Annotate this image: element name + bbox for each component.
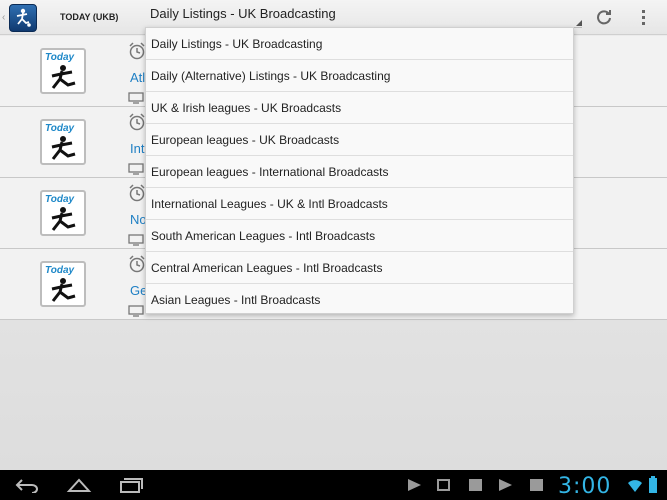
- system-bar: 3:00: [0, 470, 667, 500]
- dropdown-item[interactable]: Daily Listings - UK Broadcasting: [146, 28, 573, 60]
- dropdown-item[interactable]: Asian Leagues - Intl Broadcasts: [146, 284, 573, 316]
- tv-icon: [128, 163, 144, 175]
- spinner-arrow-icon: [576, 20, 582, 26]
- wifi-icon[interactable]: [627, 477, 643, 493]
- app-title: TODAY (UKB): [60, 12, 119, 22]
- listing-spinner[interactable]: Daily Listings - UK Broadcasting: [150, 6, 582, 28]
- clock[interactable]: 3:00: [558, 474, 611, 499]
- dropdown-item[interactable]: South American Leagues - Intl Broadcasts: [146, 220, 573, 252]
- footballer-icon: [16, 8, 31, 27]
- today-thumbnail: Today: [40, 261, 86, 307]
- today-badge: Today: [45, 123, 75, 134]
- footballer-icon: [51, 207, 76, 231]
- tv-icon: [128, 305, 144, 317]
- briefcase-notification-icon[interactable]: [530, 479, 543, 491]
- refresh-icon[interactable]: [596, 9, 612, 25]
- footballer-icon: [51, 278, 76, 302]
- tv-icon: [128, 234, 144, 246]
- briefcase-notification-icon[interactable]: [469, 479, 482, 491]
- today-thumbnail: Today: [40, 190, 86, 236]
- today-badge: Today: [45, 265, 75, 276]
- dropdown-item[interactable]: European leagues - UK Broadcasts: [146, 124, 573, 156]
- today-thumbnail: Today: [40, 119, 86, 165]
- dropdown-item[interactable]: International Leagues - UK & Intl Broadc…: [146, 188, 573, 220]
- overflow-menu-icon[interactable]: [642, 10, 646, 28]
- alarm-clock-icon: [129, 113, 145, 131]
- dropdown-item[interactable]: Central American Leagues - Intl Broadcas…: [146, 252, 573, 284]
- mail-notification-icon[interactable]: [437, 479, 450, 491]
- play-notification-icon[interactable]: [499, 479, 512, 491]
- row-title: Atl: [130, 70, 146, 85]
- battery-icon[interactable]: [648, 476, 658, 494]
- app-icon[interactable]: [9, 4, 37, 32]
- footballer-icon: [51, 65, 76, 89]
- row-title: Int: [130, 141, 145, 156]
- home-icon[interactable]: [66, 477, 92, 493]
- today-thumbnail: Today: [40, 48, 86, 94]
- back-icon[interactable]: [14, 477, 40, 493]
- up-caret-icon[interactable]: ‹: [2, 12, 5, 23]
- today-badge: Today: [45, 52, 75, 63]
- footballer-icon: [51, 136, 76, 160]
- today-badge: Today: [45, 194, 75, 205]
- alarm-clock-icon: [129, 255, 145, 273]
- recent-apps-icon[interactable]: [118, 477, 144, 493]
- dropdown-item[interactable]: European leagues - International Broadca…: [146, 156, 573, 188]
- tv-icon: [128, 92, 144, 104]
- dropdown-item[interactable]: UK & Irish leagues - UK Broadcasts: [146, 92, 573, 124]
- alarm-clock-icon: [129, 42, 145, 60]
- spinner-selected-label: Daily Listings - UK Broadcasting: [150, 6, 336, 21]
- dropdown-item[interactable]: Daily (Alternative) Listings - UK Broadc…: [146, 60, 573, 92]
- alarm-clock-icon: [129, 184, 145, 202]
- listing-dropdown: Daily Listings - UK Broadcasting Daily (…: [145, 27, 574, 314]
- play-notification-icon[interactable]: [408, 479, 421, 491]
